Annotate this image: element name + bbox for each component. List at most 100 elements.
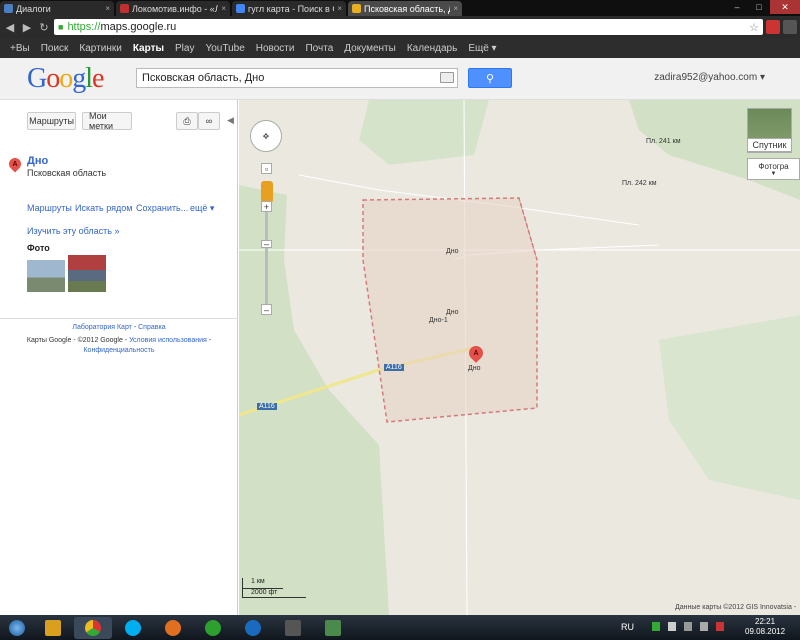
reload-icon[interactable]: ↻	[37, 20, 51, 34]
photos-layer-button[interactable]: Фотогра ▼	[747, 158, 800, 180]
google-logo[interactable]: Google	[27, 63, 104, 95]
clock-date: 09.08.2012	[745, 627, 786, 636]
photo-thumbnail[interactable]	[68, 255, 106, 292]
language-indicator[interactable]: RU	[621, 622, 634, 632]
taskbar-skype[interactable]	[114, 617, 152, 639]
gbar-docs[interactable]: Документы	[344, 43, 396, 54]
pan-control[interactable]: ✥	[250, 120, 282, 152]
gbar-mail[interactable]: Почта	[305, 43, 333, 54]
taskbar-explorer[interactable]	[34, 617, 72, 639]
start-button[interactable]	[2, 617, 32, 639]
bookmark-star-icon[interactable]: ☆	[749, 21, 759, 34]
monitor-icon	[325, 619, 341, 636]
keyboard-icon[interactable]	[440, 72, 454, 83]
gbar-calendar[interactable]: Календарь	[407, 43, 457, 54]
taskbar-chrome[interactable]	[74, 616, 112, 639]
marker-letter: A	[12, 160, 18, 168]
action-save-link[interactable]: Сохранить...	[136, 203, 188, 213]
maximize-icon[interactable]: □	[748, 0, 770, 14]
gbar-youtube[interactable]: YouTube	[205, 43, 244, 54]
link-icon[interactable]: ∞	[198, 112, 220, 130]
satellite-button[interactable]: Спутник	[747, 138, 792, 152]
gbar-search[interactable]: Поиск	[41, 43, 69, 54]
zoom-slider-track[interactable]	[265, 212, 268, 304]
sidebar-footer: Лаборатория Карт - Справка Карты Google …	[0, 323, 238, 356]
zoom-to-fit-button[interactable]: ▫	[261, 163, 272, 174]
zoom-in-button[interactable]: +	[261, 201, 272, 212]
close-window-icon[interactable]: ✕	[770, 0, 800, 14]
my-places-button[interactable]: Мои метки	[82, 111, 132, 131]
volume-icon[interactable]	[684, 622, 692, 631]
search-icon: ⚲	[485, 72, 495, 85]
terms-link[interactable]: Условия использования	[129, 337, 207, 344]
tab-label: Диалоги	[16, 3, 51, 14]
privacy-link[interactable]: Конфиденциальность	[83, 347, 154, 354]
tab-google-search[interactable]: гугл карта - Поиск в Goog×	[232, 1, 346, 16]
taskbar-firefox[interactable]	[154, 617, 192, 639]
place-name-link[interactable]: Дно	[27, 155, 48, 167]
taskbar-network[interactable]	[314, 617, 352, 639]
marker-letter: A	[473, 349, 479, 357]
close-tab-icon[interactable]: ×	[453, 4, 458, 13]
minimize-icon[interactable]: –	[726, 0, 748, 14]
zoom-slider-handle[interactable]: –	[261, 239, 272, 249]
account-menu[interactable]: zadira952@yahoo.com ▾	[654, 72, 765, 83]
address-bar-row: ◀ ▶ ↻ ■ https://maps.google.ru ☆	[0, 16, 800, 38]
action-nearby-link[interactable]: Искать рядом	[75, 203, 132, 213]
map-label-dno: Дно	[446, 248, 459, 255]
windows-taskbar: RU 22:21 09.08.2012	[0, 615, 800, 640]
site-icon	[120, 4, 129, 13]
tray-icon[interactable]	[716, 622, 724, 631]
search-input[interactable]: Псковская область, Дно	[136, 68, 458, 88]
pegman-icon[interactable]	[261, 181, 273, 203]
maps-labs-link[interactable]: Лаборатория Карт	[72, 324, 132, 331]
taskbar-utorrent[interactable]	[194, 617, 232, 639]
tab-dialogs[interactable]: Диалоги ×	[0, 1, 114, 16]
collapse-panel-icon[interactable]: ◀	[227, 115, 234, 126]
close-tab-icon[interactable]: ×	[105, 4, 110, 13]
action-routes-link[interactable]: Маршруты	[27, 203, 72, 213]
back-icon[interactable]: ◀	[3, 20, 17, 34]
help-link[interactable]: Справка	[138, 324, 165, 331]
tray-icon[interactable]	[668, 622, 676, 631]
close-tab-icon[interactable]: ×	[221, 4, 226, 13]
action-more-link[interactable]: ещё ▾	[190, 203, 214, 214]
browser-tab-strip: Диалоги× Локомотив.инфо - «Локо× гугл ка…	[0, 0, 800, 16]
chrome-icon	[85, 619, 101, 636]
folder-icon	[45, 619, 61, 636]
close-tab-icon[interactable]: ×	[337, 4, 342, 13]
extension-icon[interactable]	[766, 20, 780, 34]
forest-area	[659, 315, 800, 500]
taskbar-teamviewer[interactable]	[234, 617, 272, 639]
wrench-icon[interactable]	[783, 20, 797, 34]
gbar-maps[interactable]: Карты	[133, 43, 164, 54]
gbar-plus-you[interactable]: +Вы	[10, 43, 30, 54]
forward-icon[interactable]: ▶	[20, 20, 34, 34]
gbar-play[interactable]: Play	[175, 43, 194, 54]
tab-maps[interactable]: Псковская область, Дно×	[348, 1, 462, 16]
road-shield: A116	[257, 403, 277, 410]
photo-thumbnail[interactable]	[27, 260, 65, 292]
gbar-images[interactable]: Картинки	[79, 43, 121, 54]
gbar-more[interactable]: Ещё ▾	[468, 43, 496, 54]
routes-button[interactable]: Маршруты	[27, 112, 76, 130]
marker-a-icon: A	[6, 155, 24, 173]
teamviewer-icon	[245, 619, 261, 636]
gbar-news[interactable]: Новости	[256, 43, 295, 54]
map-drawing	[239, 100, 800, 615]
map-canvas[interactable]: Пл. 241 км Пл. 242 км Дно Дно Дно-1 Дно …	[239, 100, 800, 615]
clock[interactable]: 22:21 09.08.2012	[745, 617, 785, 637]
network-tray-icon[interactable]	[700, 622, 708, 631]
print-icon[interactable]: ⎙	[176, 112, 198, 130]
url-input[interactable]: ■ https://maps.google.ru ☆	[54, 19, 763, 35]
zoom-out-button[interactable]: –	[261, 304, 272, 315]
tray-icon[interactable]	[652, 622, 660, 631]
explore-area-link[interactable]: Изучить эту область »	[27, 226, 119, 236]
search-button[interactable]: ⚲	[468, 68, 512, 88]
google-icon	[236, 4, 245, 13]
tab-lokomotiv[interactable]: Локомотив.инфо - «Локо×	[116, 1, 230, 16]
scale-km: 1 км	[251, 578, 265, 585]
taskbar-media[interactable]	[274, 617, 312, 639]
scale-bar: 1 км 2000 фт	[242, 578, 306, 598]
tab-label: Локомотив.инфо - «Локо	[132, 3, 219, 14]
